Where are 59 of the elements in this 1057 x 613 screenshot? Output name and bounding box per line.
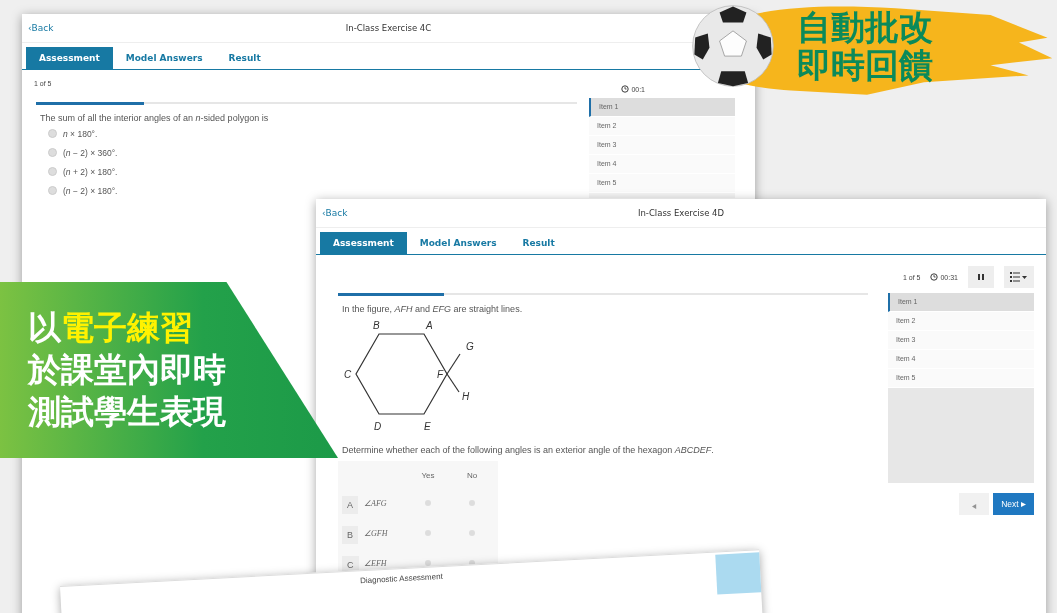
list-menu-button[interactable] (1004, 266, 1034, 288)
radio-button[interactable] (425, 560, 431, 566)
tab[interactable]: Assessment (26, 47, 113, 69)
row-letter: C (342, 555, 359, 574)
banner-text: 以電子練習 (28, 307, 193, 349)
option-text: n × 180°. (63, 128, 98, 139)
vertex-label: H (462, 390, 470, 402)
tab[interactable]: Model Answers (406, 232, 510, 254)
triangle-left-icon (971, 503, 977, 509)
radio-button[interactable] (469, 560, 475, 566)
tab[interactable]: Result (215, 47, 274, 69)
window-title: In-Class Exercise 4D (637, 208, 725, 218)
next-button[interactable]: Next (993, 493, 1034, 515)
question-text: In the figure, AFH and EFG are straight lines. (342, 303, 524, 314)
back-link[interactable]: ‹Back (322, 208, 348, 218)
angle-label: ∠AFG (364, 499, 388, 508)
list-icon (1010, 272, 1028, 282)
promo-heading: 即時回饋 (797, 46, 933, 84)
option-text: (n − 2) × 360°. (63, 147, 118, 158)
option-text: (n − 2) × 180°. (63, 185, 118, 196)
clock-icon (930, 273, 939, 281)
vertex-label: G (466, 340, 474, 352)
vertex-label: F (437, 368, 444, 380)
triangle-right-icon (1021, 502, 1026, 507)
radio-button[interactable] (425, 500, 431, 506)
back-link[interactable]: ‹Back (28, 23, 54, 33)
question-text: Determine whether each of the following angles is an exterior angle of the hexagon ABCDEF. (342, 444, 715, 455)
window-title: In-Class Exercise 4C (345, 23, 432, 33)
tab[interactable]: Assessment (320, 232, 407, 254)
header-block (715, 552, 762, 595)
column-header: No (465, 471, 479, 480)
vertex-label: A (426, 319, 433, 331)
tab[interactable]: Model Answers (112, 47, 216, 69)
question-text: The sum of all the interior angles of an n-sided polygon is (40, 112, 270, 123)
window-title: Diagnostic Assessment (359, 571, 443, 586)
row-letter: A (342, 495, 358, 514)
radio-button[interactable] (425, 530, 431, 536)
banner-text: 於課堂內即時 (28, 349, 226, 391)
row-letter: B (342, 525, 358, 544)
tab[interactable]: Result (509, 232, 568, 254)
pause-icon (977, 273, 985, 281)
column-header: Yes (420, 471, 436, 480)
vertex-label: C (344, 368, 352, 380)
vertex-label: E (424, 420, 431, 432)
vertex-label: D (374, 420, 382, 432)
angle-label: ∠GFH (364, 529, 389, 538)
clock-icon (621, 85, 630, 93)
banner-text: 測試學生表現 (28, 391, 226, 433)
angle-label: ∠EFH (364, 559, 388, 568)
pause-button[interactable] (968, 266, 994, 288)
radio-button[interactable] (48, 186, 57, 195)
radio-button[interactable] (469, 530, 475, 536)
vertex-label: B (373, 319, 380, 331)
promo-heading: 自動批改 (797, 8, 933, 46)
radio-button[interactable] (48, 167, 57, 176)
radio-button[interactable] (48, 129, 57, 138)
radio-button[interactable] (469, 500, 475, 506)
radio-button[interactable] (48, 148, 57, 157)
option-text: (n + 2) × 180°. (63, 166, 118, 177)
